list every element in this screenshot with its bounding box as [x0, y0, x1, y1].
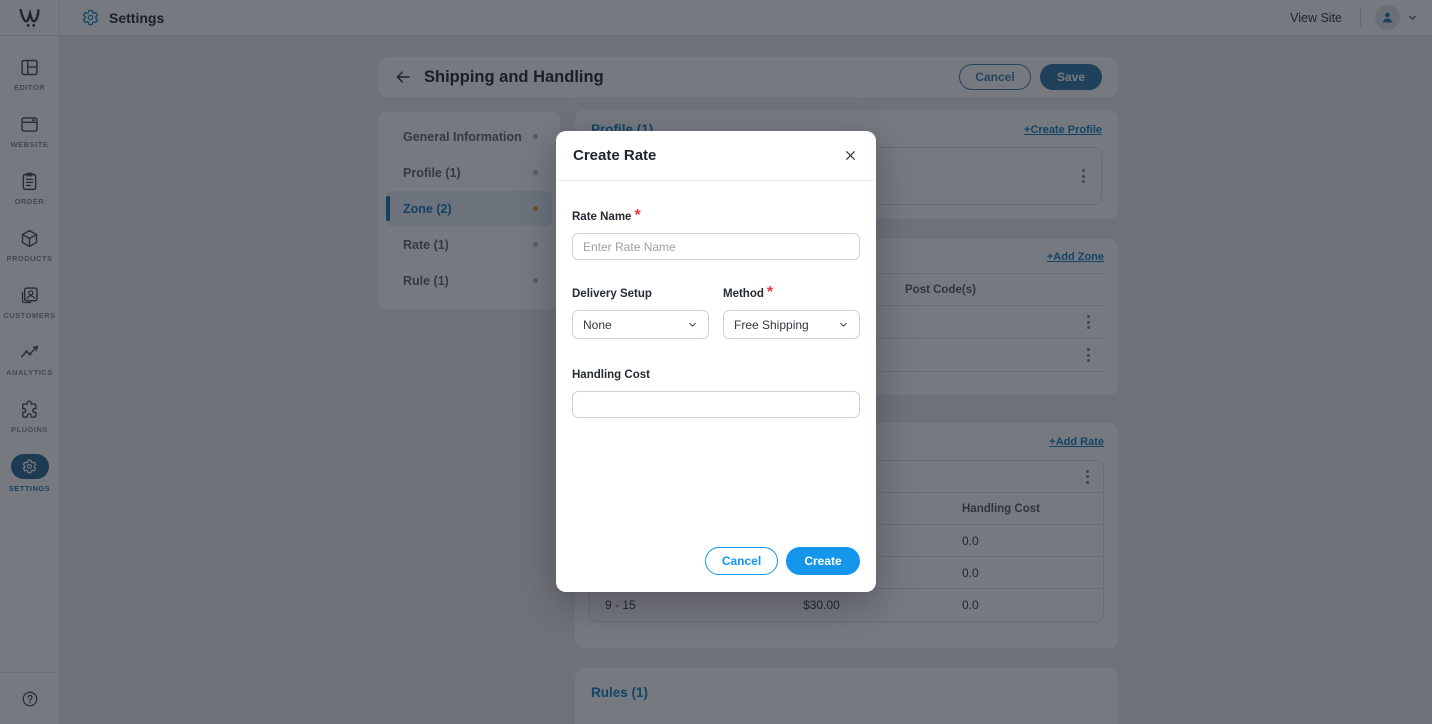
chevron-down-icon: [838, 319, 849, 330]
handling-cost-label: Handling Cost: [572, 369, 650, 381]
required-marker: *: [767, 284, 773, 301]
method-value: Free Shipping: [734, 318, 809, 332]
handling-cost-input[interactable]: [572, 391, 860, 418]
close-icon: [844, 149, 857, 162]
delivery-setup-select[interactable]: None: [572, 310, 709, 339]
chevron-down-icon: [687, 319, 698, 330]
rate-name-label: Rate Name: [572, 211, 631, 223]
method-label: Method: [723, 288, 764, 300]
delivery-setup-value: None: [583, 318, 612, 332]
method-select[interactable]: Free Shipping: [723, 310, 860, 339]
create-rate-modal: Create Rate Rate Name* Delivery Setup No…: [556, 131, 876, 592]
required-marker: *: [634, 207, 640, 224]
modal-create-button[interactable]: Create: [786, 547, 860, 575]
modal-cancel-button[interactable]: Cancel: [705, 547, 778, 575]
modal-close-button[interactable]: [842, 147, 859, 164]
rate-name-input[interactable]: [572, 233, 860, 260]
delivery-setup-label: Delivery Setup: [572, 288, 652, 300]
modal-title: Create Rate: [573, 147, 656, 164]
